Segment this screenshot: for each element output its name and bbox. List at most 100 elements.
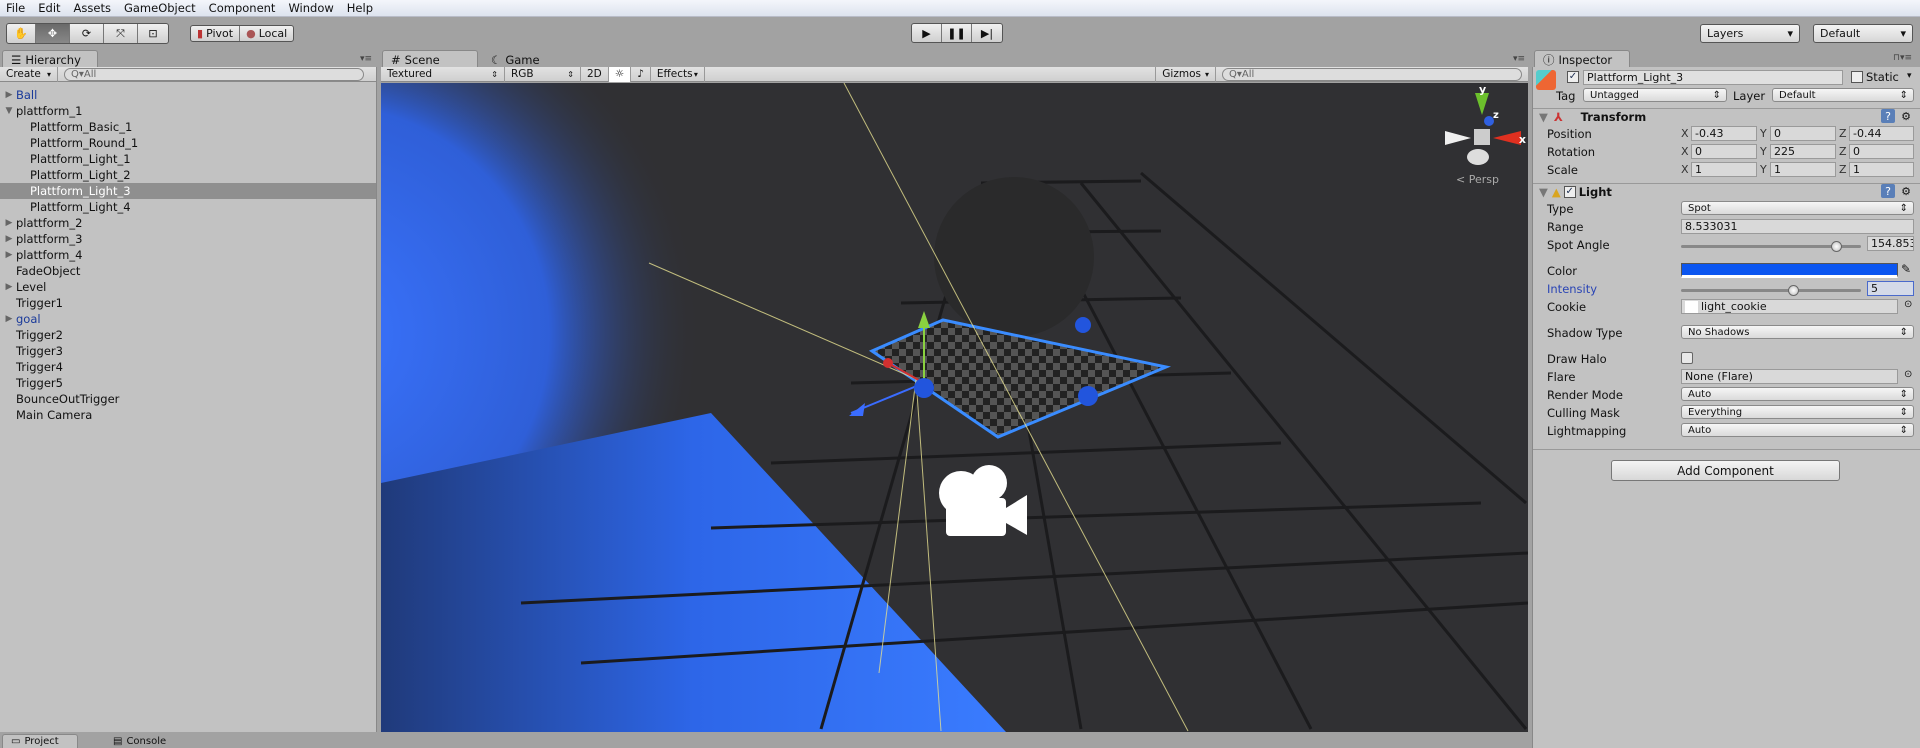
foldout-closed-icon[interactable]: ▶ [4,90,14,100]
foldout-closed-icon[interactable]: ▶ [4,282,14,292]
hand-tool-button[interactable]: ✋ [7,24,36,43]
foldout-open-icon[interactable]: ▼ [4,106,14,116]
shadow-type-dropdown[interactable]: No Shadows ⇕ [1681,325,1914,339]
pivot-button[interactable]: ▮ Pivot [191,26,241,41]
local-button[interactable]: ● Local [240,26,293,41]
intensity-slider-handle[interactable] [1787,285,1799,296]
hierarchy-item[interactable]: Trigger3 [0,343,376,359]
panel-menu-icon[interactable]: ▾≡ [360,54,372,64]
menu-gameobject[interactable]: GameObject [124,1,196,15]
hierarchy-item[interactable]: Plattform_Basic_1 [0,119,376,135]
tab-project[interactable]: ▭ Project [2,734,78,748]
transform-field-y[interactable]: 0 [1770,126,1836,141]
tab-scene[interactable]: # Scene [382,50,478,68]
hierarchy-item[interactable]: Trigger1 [0,295,376,311]
scene-viewport[interactable]: y z x < Persp [381,83,1528,732]
gizmos-dropdown[interactable]: Gizmos ▾ [1155,66,1216,82]
hierarchy-item[interactable]: FadeObject [0,263,376,279]
spot-angle-slider-handle[interactable] [1830,241,1842,252]
lightmapping-dropdown[interactable]: Auto ⇕ [1681,423,1914,437]
menu-edit[interactable]: Edit [38,1,60,15]
spot-angle-field[interactable]: 154.853 [1867,236,1914,251]
play-button[interactable]: ▶ [912,24,942,42]
foldout-closed-icon[interactable]: ▶ [4,314,14,324]
foldout-closed-icon[interactable]: ▶ [4,250,14,260]
hierarchy-item[interactable]: BounceOutTrigger [0,391,376,407]
transform-field-z[interactable]: 1 [1849,162,1914,177]
audio-toggle[interactable]: ♪ [631,66,651,82]
render-mode-dropdown[interactable]: Auto ⇕ [1681,387,1914,401]
gear-icon[interactable]: ⚙ [1899,184,1913,198]
transform-header[interactable]: ▼ ⅄ Transform [1533,108,1920,125]
static-checkbox[interactable] [1851,71,1863,83]
light-header[interactable]: ▼ ▲ ✓ Light [1533,183,1920,200]
object-name-field[interactable]: Plattform_Light_3 [1583,70,1843,85]
rect-tool-button[interactable]: ⊡ [138,24,168,43]
tab-hierarchy[interactable]: ☰ Hierarchy [2,50,98,68]
hierarchy-item[interactable]: Plattform_Light_1 [0,151,376,167]
toggle-2d-button[interactable]: 2D [581,66,609,82]
menu-window[interactable]: Window [288,1,333,15]
rotate-tool-button[interactable]: ⟳ [70,24,104,43]
persp-label[interactable]: < Persp [1456,173,1499,186]
hierarchy-item[interactable]: Trigger2 [0,327,376,343]
scale-tool-button[interactable]: ⤧ [104,24,138,43]
hierarchy-item[interactable]: Plattform_Light_3 [0,183,376,199]
hierarchy-item[interactable]: ▶ plattform_4 [0,247,376,263]
effects-dropdown[interactable]: Effects ▾ [651,66,705,82]
step-button[interactable]: ▶| [972,24,1002,42]
hierarchy-item[interactable]: ▼ plattform_1 [0,103,376,119]
hierarchy-item[interactable]: Trigger4 [0,359,376,375]
pause-button[interactable]: ❚❚ [942,24,972,42]
range-field[interactable]: 8.533031 [1681,219,1914,234]
hierarchy-item[interactable]: ▶ Level [0,279,376,295]
shading-dropdown[interactable]: Textured ⇕ [381,66,505,82]
create-dropdown[interactable]: Create ▾ [0,66,58,82]
panel-menu-icon[interactable]: ▾≡ [1513,54,1525,64]
hierarchy-item[interactable]: Plattform_Round_1 [0,135,376,151]
render-mode-dropdown[interactable]: RGB ⇕ [505,66,581,82]
hierarchy-item[interactable]: ▶ plattform_3 [0,231,376,247]
hierarchy-item[interactable]: Trigger5 [0,375,376,391]
scene-search-input[interactable]: Q▾ All [1222,67,1522,81]
help-icon[interactable]: ? [1881,109,1895,123]
light-enabled-checkbox[interactable]: ✓ [1563,186,1576,198]
draw-halo-checkbox[interactable] [1681,352,1693,364]
color-swatch[interactable] [1681,263,1898,278]
spot-angle-slider[interactable] [1681,241,1861,252]
flare-field[interactable]: None (Flare) [1681,369,1898,384]
hierarchy-item[interactable]: ▶ goal [0,311,376,327]
menu-component[interactable]: Component [209,1,276,15]
tab-game[interactable]: ☾ Game [482,50,562,68]
lock-icon[interactable]: ⊓▾≡ [1893,53,1912,63]
tag-dropdown[interactable]: Untagged ⇕ [1583,88,1727,102]
gear-icon[interactable]: ⚙ [1899,109,1913,123]
type-dropdown[interactable]: Spot ⇕ [1681,201,1914,215]
static-dropdown[interactable]: ▾ [1907,71,1912,81]
add-component-button[interactable]: Add Component [1611,460,1840,481]
transform-field-x[interactable]: -0.43 [1691,126,1757,141]
layers-dropdown[interactable]: Layers ▾ [1700,24,1800,43]
eyedropper-icon[interactable]: ✎ [1901,262,1911,276]
tab-inspector[interactable]: ⓘ Inspector [1534,50,1630,68]
hierarchy-item[interactable]: ▶ plattform_2 [0,215,376,231]
transform-field-y[interactable]: 1 [1770,162,1836,177]
transform-field-z[interactable]: -0.44 [1849,126,1914,141]
culling-mask-dropdown[interactable]: Everything ⇕ [1681,405,1914,419]
layout-dropdown[interactable]: Default ▾ [1813,24,1913,43]
transform-field-z[interactable]: 0 [1849,144,1914,159]
layer-dropdown[interactable]: Default ⇕ [1772,88,1914,102]
lighting-toggle[interactable]: ☼ [608,66,632,82]
object-picker-icon[interactable]: ⊙ [1904,369,1912,380]
help-icon[interactable]: ? [1881,184,1895,198]
tab-console[interactable]: ▤ Console [104,734,184,748]
foldout-closed-icon[interactable]: ▶ [4,234,14,244]
menu-help[interactable]: Help [347,1,373,15]
menu-assets[interactable]: Assets [74,1,111,15]
intensity-slider[interactable] [1681,285,1861,296]
intensity-field[interactable]: 5 [1867,281,1914,296]
hierarchy-item[interactable]: ▶ Ball [0,87,376,103]
menu-file[interactable]: File [6,1,25,15]
hierarchy-item[interactable]: Main Camera [0,407,376,423]
hierarchy-item[interactable]: Plattform_Light_4 [0,199,376,215]
